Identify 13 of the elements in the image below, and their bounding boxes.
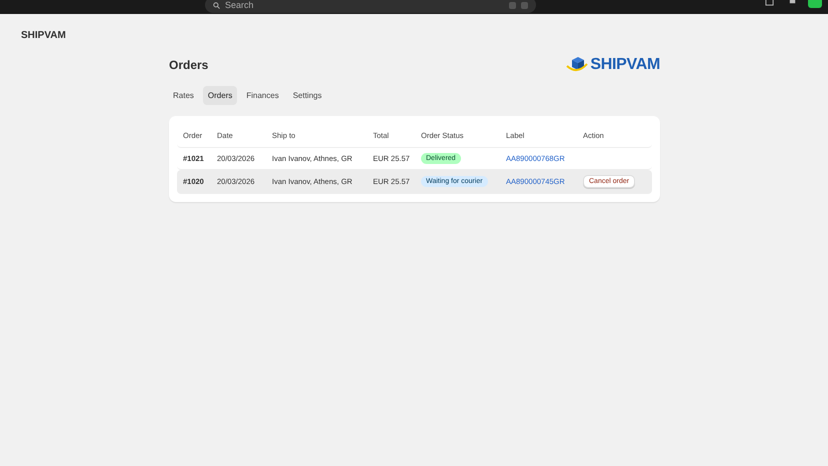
- search-input[interactable]: Search: [225, 0, 504, 10]
- search-icon: [213, 2, 220, 8]
- tab[interactable]: Settings: [288, 86, 327, 105]
- tab[interactable]: Orders: [202, 86, 238, 105]
- logo-text: SHIPVAM: [590, 56, 660, 74]
- page-title: Orders: [169, 58, 208, 72]
- shortcut-key-icon: [509, 2, 516, 8]
- box-logo-icon: [566, 56, 588, 74]
- shortcut-key-icon: [521, 2, 528, 8]
- tab[interactable]: Finances: [241, 86, 284, 105]
- search-field[interactable]: Search: [205, 0, 536, 13]
- tab[interactable]: Rates: [168, 86, 199, 105]
- store-name: SHIPVAM: [20, 28, 67, 42]
